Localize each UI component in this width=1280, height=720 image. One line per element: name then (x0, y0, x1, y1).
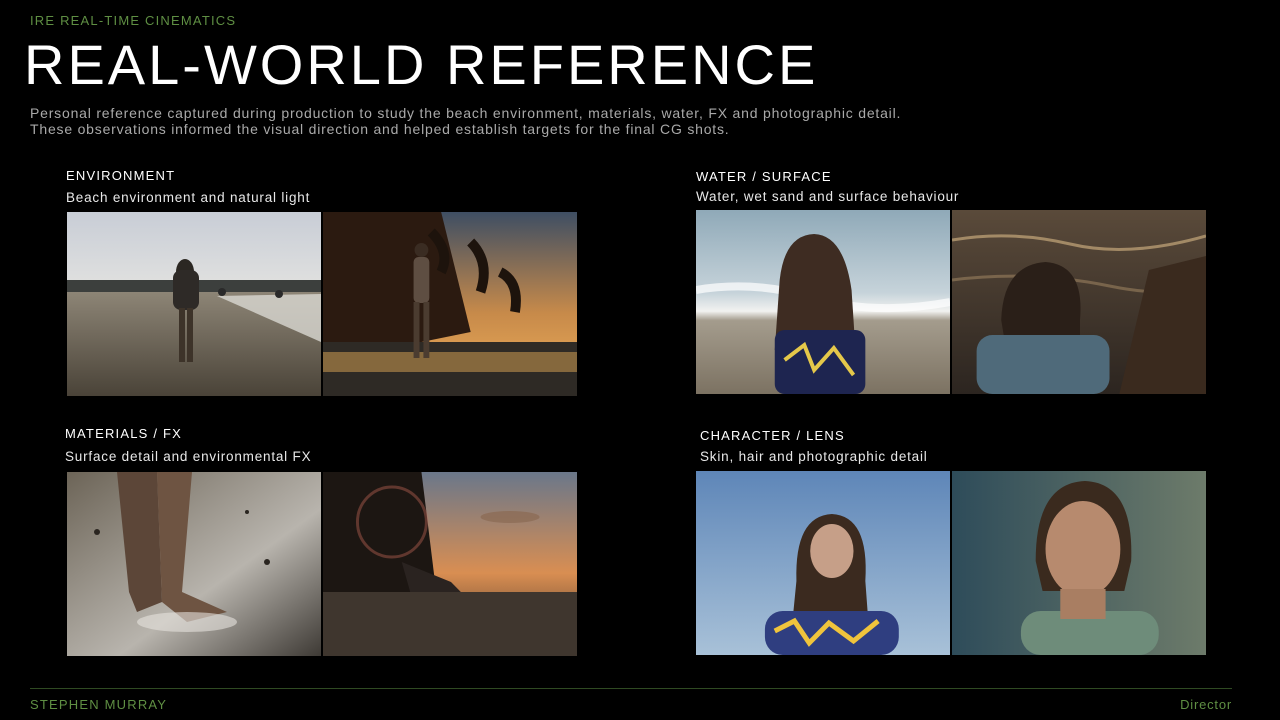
section-title-character-lens: CHARACTER / LENS (700, 428, 845, 443)
section-title-water-surface: WATER / SURFACE (696, 169, 832, 184)
materials-fx-reference-photo (67, 472, 321, 656)
footer-role: Director (1180, 697, 1232, 712)
section-subtitle-materials-fx: Surface detail and environmental FX (65, 449, 312, 464)
section-title-materials-fx: MATERIALS / FX (65, 426, 182, 441)
character-lens-cg-render (952, 471, 1206, 655)
character-lens-image-pair (696, 471, 1206, 655)
environment-cg-render (323, 212, 577, 396)
header-kicker: IRE REAL-TIME CINEMATICS (30, 13, 237, 28)
materials-fx-cg-render (323, 472, 577, 656)
section-title-environment: ENVIRONMENT (66, 168, 176, 183)
footer-divider (30, 688, 1232, 689)
environment-image-pair (67, 212, 577, 396)
intro-text: Personal reference captured during produ… (30, 105, 902, 137)
section-subtitle-character-lens: Skin, hair and photographic detail (700, 449, 928, 464)
character-lens-reference-photo (696, 471, 950, 655)
materials-fx-image-pair (67, 472, 577, 656)
environment-reference-photo (67, 212, 321, 396)
water-surface-reference-photo (696, 210, 950, 394)
water-surface-cg-render (952, 210, 1206, 394)
section-subtitle-water-surface: Water, wet sand and surface behaviour (696, 189, 960, 204)
section-subtitle-environment: Beach environment and natural light (66, 190, 311, 205)
page-title: REAL-WORLD REFERENCE (24, 33, 819, 96)
footer-name: STEPHEN MURRAY (30, 697, 168, 712)
water-surface-image-pair (696, 210, 1206, 394)
